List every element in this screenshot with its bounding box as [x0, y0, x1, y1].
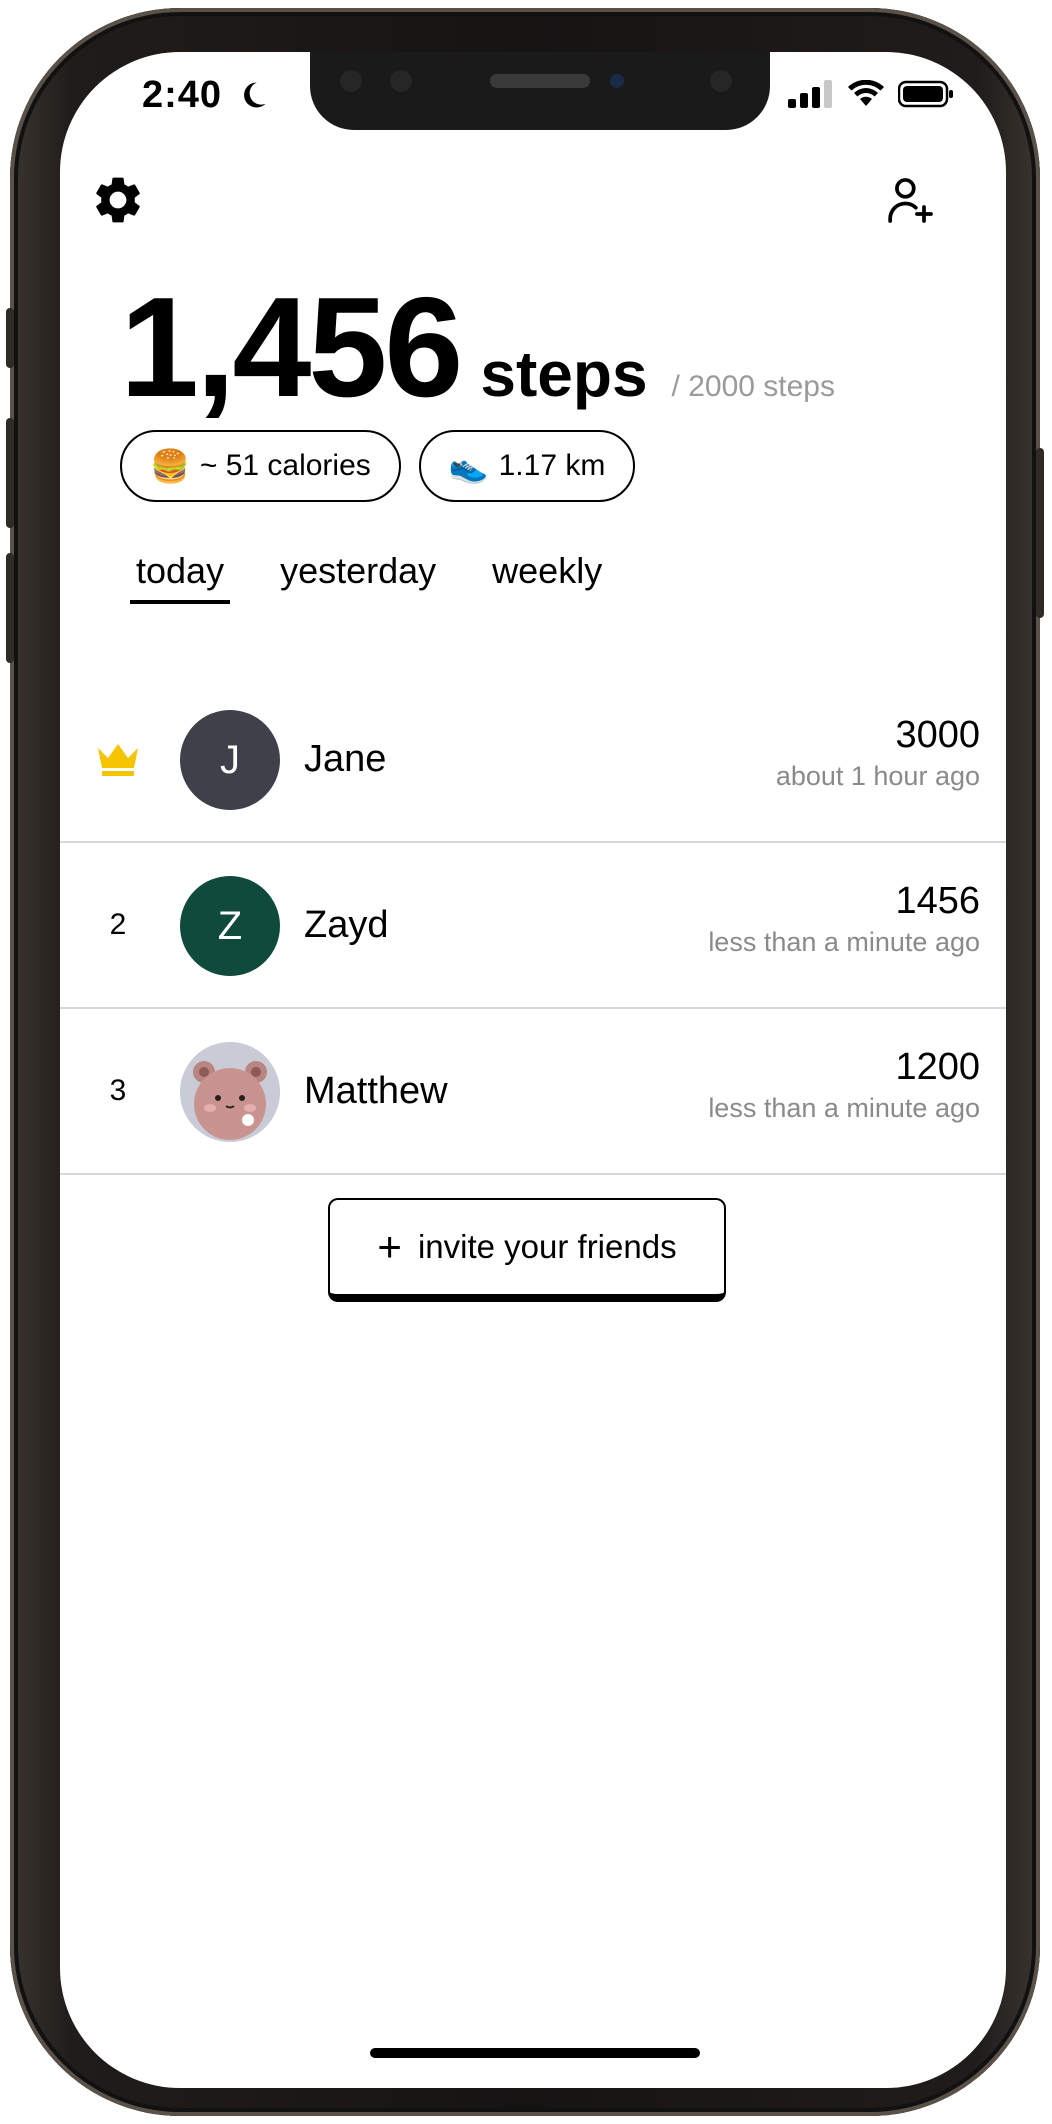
tab-yesterday[interactable]: yesterday	[274, 550, 442, 604]
last-updated: less than a minute ago	[708, 1092, 980, 1123]
player-name: Zayd	[304, 903, 389, 946]
last-updated: about 1 hour ago	[775, 760, 980, 791]
sensor	[340, 70, 362, 92]
invite-friends-label: invite your friends	[417, 1228, 677, 1265]
app-screen: 2:40 1,456 steps / 2000 steps 🍔 ~ 51 cal…	[60, 52, 1006, 2088]
leaderboard-list: J Jane 3000 about 1 hour ago 2 Z Zayd 14…	[60, 677, 1006, 1175]
leaderboard-row[interactable]: J Jane 3000 about 1 hour ago	[60, 677, 1006, 843]
calories-pill: 🍔 ~ 51 calories	[120, 430, 401, 502]
step-unit: steps	[480, 338, 648, 410]
plus-icon: +	[377, 1223, 402, 1270]
bear-avatar-icon	[180, 1042, 280, 1142]
avatar: J	[180, 710, 280, 810]
step-goal: / 2000 steps	[671, 370, 835, 403]
earpiece-speaker	[490, 74, 590, 88]
front-camera	[610, 74, 624, 88]
leaderboard-row[interactable]: 3 Matthew 1200 less than a minute ago	[60, 1009, 1006, 1175]
rank-number: 3	[109, 1074, 127, 1107]
burger-icon: 🍔	[150, 448, 190, 484]
notch	[310, 52, 770, 130]
moon-icon	[243, 82, 266, 108]
tab-weekly[interactable]: weekly	[486, 550, 608, 604]
cellular-signal-icon	[788, 80, 832, 108]
avatar	[180, 1042, 280, 1142]
wifi-icon	[848, 80, 884, 106]
player-steps: 3000	[895, 714, 980, 756]
player-stats: 1456 less than a minute ago	[708, 880, 980, 958]
player-steps: 1456	[895, 880, 980, 922]
avatar: Z	[180, 876, 280, 976]
player-name: Jane	[304, 737, 387, 780]
status-icons	[788, 80, 954, 108]
home-indicator[interactable]	[370, 2048, 700, 2058]
sensor	[390, 70, 412, 92]
avatar-initial: J	[220, 737, 240, 782]
invite-friends-button[interactable]: + invite your friends	[328, 1198, 726, 1302]
player-stats: 3000 about 1 hour ago	[775, 714, 980, 792]
distance-pill: 👟 1.17 km	[418, 430, 636, 502]
volume-down-button	[6, 553, 14, 663]
stat-pills: 🍔 ~ 51 calories 👟 1.17 km	[120, 430, 636, 502]
battery-icon	[898, 80, 953, 108]
avatar-initial: Z	[217, 903, 243, 948]
silent-switch	[6, 308, 14, 368]
rank-badge	[88, 677, 148, 841]
tab-today[interactable]: today	[130, 550, 231, 604]
period-tabs: today yesterday weekly	[130, 550, 608, 604]
last-updated: less than a minute ago	[708, 926, 980, 957]
phone-frame: 2:40 1,456 steps / 2000 steps 🍔 ~ 51 cal…	[6, 8, 1044, 2116]
calories-text: ~ 51 calories	[199, 449, 371, 482]
settings-gear-icon[interactable]	[90, 172, 146, 228]
status-time-text: 2:40	[142, 74, 223, 116]
leaderboard-row[interactable]: 2 Z Zayd 1456 less than a minute ago	[60, 843, 1006, 1009]
sensor	[710, 70, 732, 92]
power-button	[1036, 448, 1044, 618]
step-count: 1,456	[120, 268, 463, 427]
player-name: Matthew	[304, 1069, 448, 1112]
distance-text: 1.17 km	[498, 449, 606, 482]
volume-up-button	[6, 418, 14, 528]
add-friend-icon[interactable]	[882, 172, 938, 228]
steps-summary: 1,456 steps / 2000 steps	[120, 277, 835, 419]
rank-number: 2	[109, 908, 127, 941]
shoe-icon: 👟	[448, 448, 489, 484]
player-steps: 1200	[895, 1046, 980, 1088]
player-stats: 1200 less than a minute ago	[708, 1046, 980, 1124]
crown-icon	[98, 744, 138, 776]
status-time: 2:40	[142, 74, 268, 117]
